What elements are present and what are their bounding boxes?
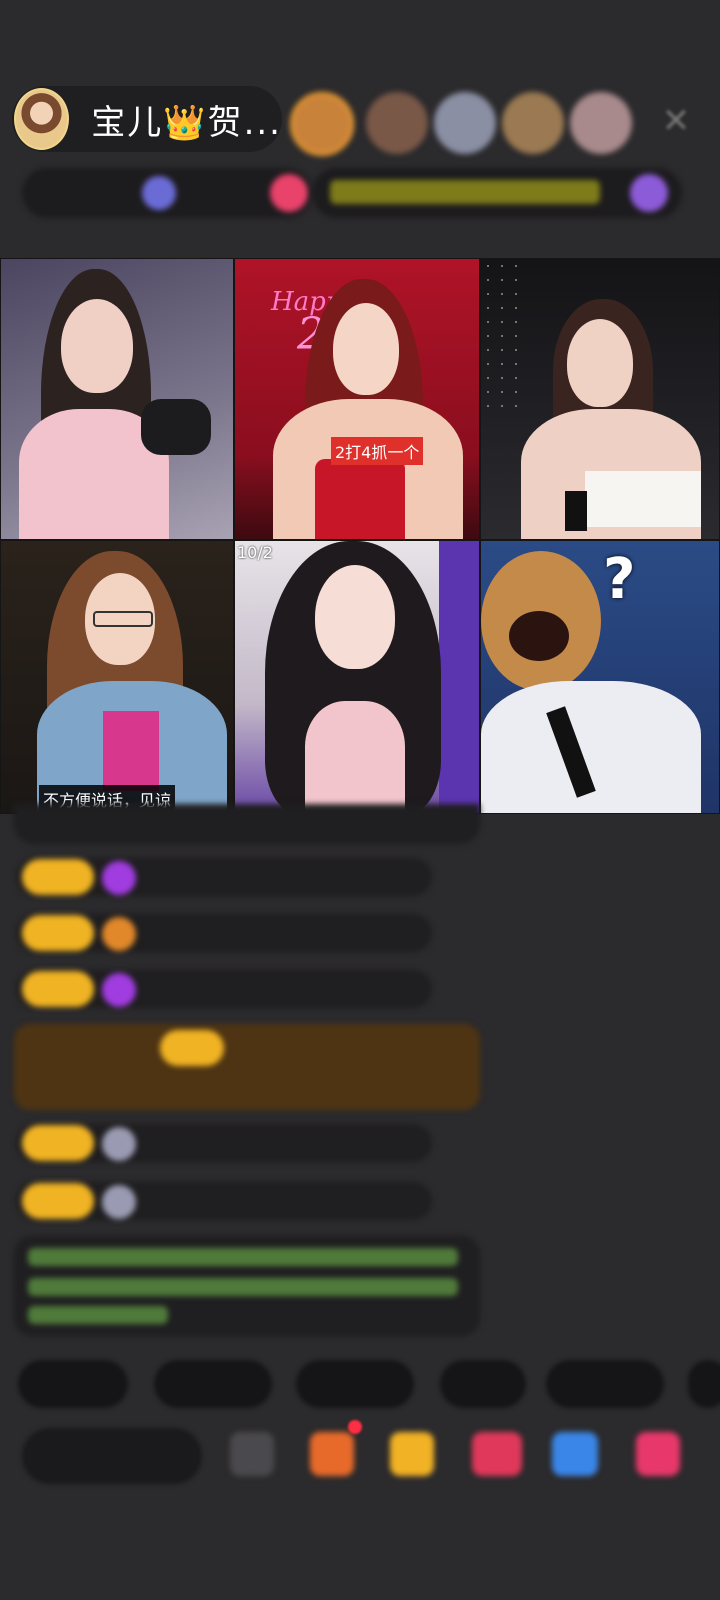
comment-input[interactable] xyxy=(22,1428,202,1484)
host-name: 宝儿👑贺... xyxy=(91,102,282,143)
tile-tag: 2打4抓一个 xyxy=(331,437,424,465)
quick-reply-chip[interactable] xyxy=(440,1360,526,1408)
gem-icon xyxy=(102,1127,136,1161)
system-notice xyxy=(14,1236,480,1336)
gem-icon xyxy=(102,1185,136,1219)
level-badge xyxy=(22,971,94,1007)
quick-reply-chip[interactable] xyxy=(546,1360,664,1408)
share-icon[interactable] xyxy=(552,1432,598,1476)
host-info-pill[interactable]: 宝儿👑贺... xyxy=(12,86,282,152)
viewer-avatar[interactable] xyxy=(570,92,632,154)
tile-emoji: ? xyxy=(603,547,636,612)
video-tile[interactable]: 不方便说话，见谅 xyxy=(0,540,234,814)
video-tile[interactable]: ? xyxy=(480,540,720,814)
gem-icon xyxy=(102,973,136,1007)
quick-reply-chip[interactable] xyxy=(296,1360,414,1408)
host-avatar[interactable] xyxy=(14,88,70,150)
level-badge xyxy=(160,1030,224,1066)
quick-reply-chip[interactable] xyxy=(18,1360,128,1408)
quick-reply-chip[interactable] xyxy=(688,1360,720,1408)
quick-reply-chip[interactable] xyxy=(154,1360,272,1408)
video-tile[interactable] xyxy=(0,258,234,540)
chat-message[interactable] xyxy=(14,804,480,844)
heart-icon[interactable] xyxy=(472,1432,522,1476)
viewer-avatar[interactable] xyxy=(366,92,428,154)
gem-icon xyxy=(102,917,136,951)
fortune-icon[interactable] xyxy=(390,1432,434,1476)
video-tile[interactable]: Happy 2 2打4抓一个 xyxy=(234,258,480,540)
viewer-avatar[interactable] xyxy=(502,92,564,154)
level-badge xyxy=(22,859,94,895)
video-grid: Happy 2 2打4抓一个 不方便说话，见谅 10/2 ? xyxy=(0,258,720,814)
rank-banner[interactable] xyxy=(312,168,682,218)
tile-count: 10/2 xyxy=(237,543,273,562)
gift-box-icon[interactable] xyxy=(310,1432,354,1476)
level-badge xyxy=(22,1183,94,1219)
level-badge xyxy=(22,1125,94,1161)
viewer-avatar[interactable] xyxy=(434,92,496,154)
video-tile[interactable]: 10/2 xyxy=(234,540,480,814)
notification-dot xyxy=(348,1420,362,1434)
gem-icon xyxy=(102,861,136,895)
chat-message-highlight[interactable] xyxy=(14,1024,480,1110)
video-tile[interactable] xyxy=(480,258,720,540)
level-badge xyxy=(22,915,94,951)
viewer-avatar[interactable] xyxy=(290,92,354,156)
emoji-icon[interactable] xyxy=(230,1432,274,1476)
host-stats-row xyxy=(22,168,312,218)
close-icon[interactable]: ✕ xyxy=(653,98,699,144)
gift-icon[interactable] xyxy=(636,1432,680,1476)
